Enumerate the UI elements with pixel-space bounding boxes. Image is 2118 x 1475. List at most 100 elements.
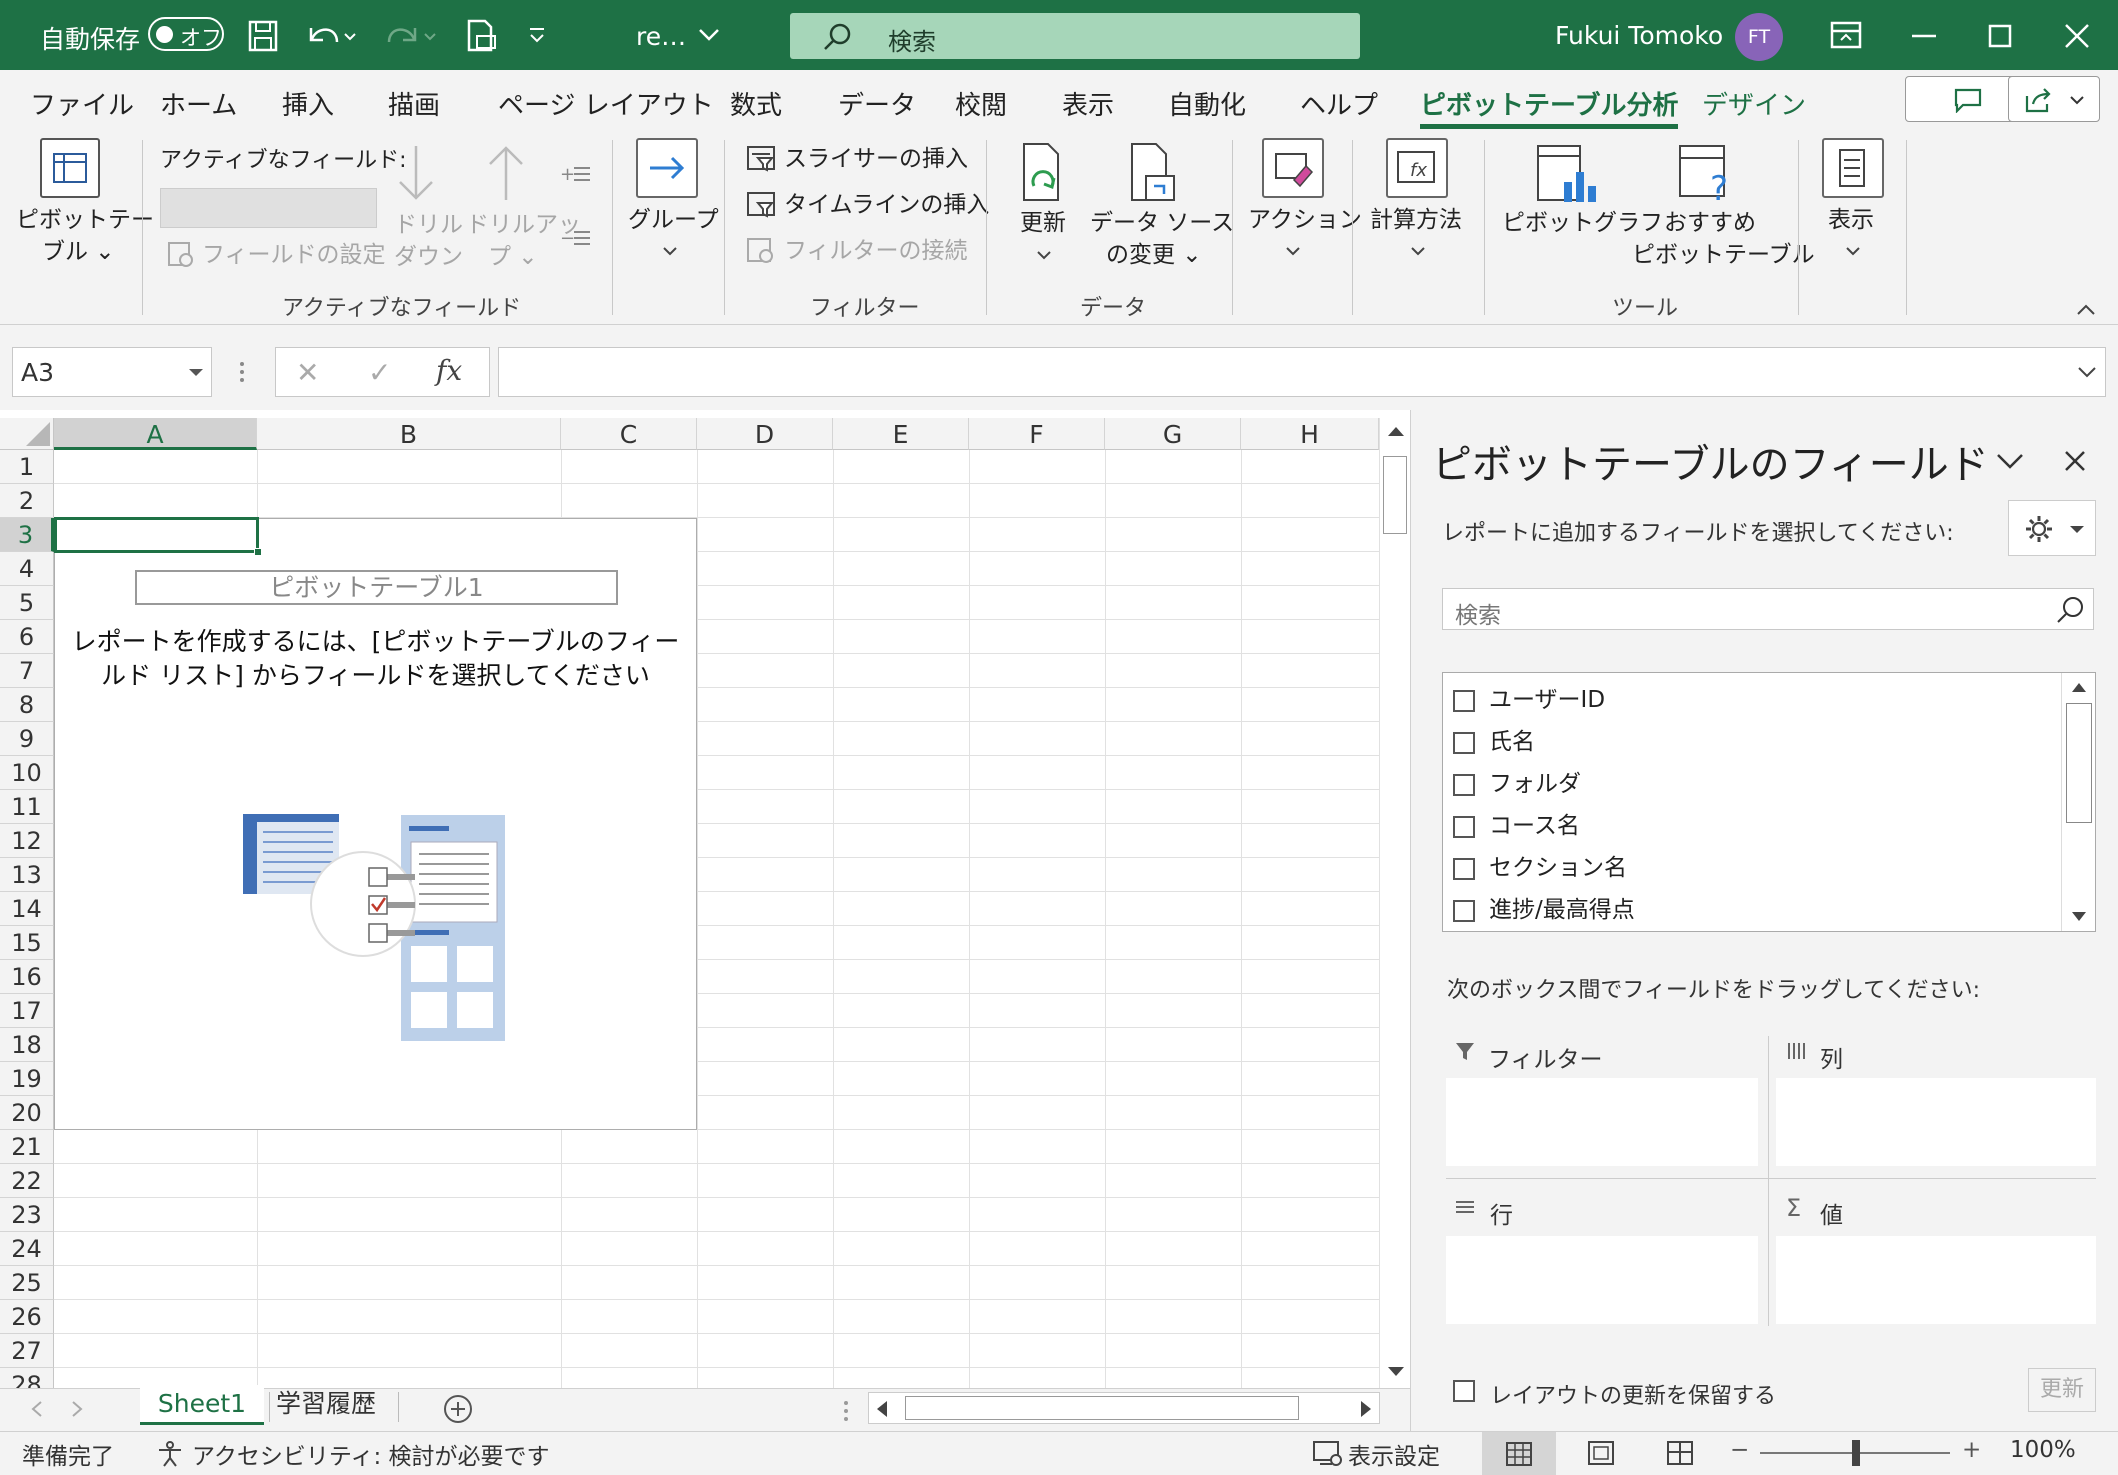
scroll-left-icon[interactable]: [873, 1399, 891, 1419]
collapse-field-icon[interactable]: −: [560, 226, 592, 250]
field-list-scrollbar[interactable]: [2061, 673, 2095, 931]
tab-draw[interactable]: 描画: [388, 85, 440, 122]
row-header[interactable]: 2: [0, 484, 54, 518]
field-checkbox[interactable]: [1453, 731, 1475, 754]
expand-field-icon[interactable]: +: [560, 162, 592, 186]
update-button[interactable]: 更新: [2028, 1368, 2096, 1412]
ribbon-display-icon[interactable]: [1830, 20, 1862, 50]
show-button-label[interactable]: 表示: [1828, 205, 1874, 236]
horizontal-scroll-thumb[interactable]: [905, 1396, 1299, 1420]
vertical-scrollbar[interactable]: [1379, 418, 1410, 1388]
insert-timeline-button[interactable]: タイムラインの挿入: [784, 190, 989, 221]
recommended-pivottables-icon[interactable]: ?: [1676, 142, 1742, 206]
zoom-level[interactable]: 100%: [2010, 1437, 2076, 1463]
row-header[interactable]: 5: [0, 586, 54, 620]
sheet-tab-study-history[interactable]: 学習履歴: [276, 1385, 376, 1425]
print-preview-icon[interactable]: [465, 18, 499, 54]
columns-drop-zone[interactable]: [1776, 1078, 2096, 1166]
field-item-name[interactable]: 氏名: [1453, 722, 1535, 755]
pivottable-button-label[interactable]: ピボットテー: [16, 205, 154, 236]
scroll-right-icon[interactable]: [1357, 1399, 1375, 1419]
column-header-h[interactable]: H: [1241, 418, 1379, 450]
filter-connections-button[interactable]: フィルターの接続: [784, 236, 968, 267]
sheet-tab-sheet1[interactable]: Sheet1: [140, 1385, 264, 1425]
cancel-icon[interactable]: ✕: [296, 356, 319, 389]
field-item-progress-score[interactable]: 進捗/最高得点: [1453, 890, 1635, 923]
minimize-icon[interactable]: [1912, 34, 1936, 38]
selected-cell[interactable]: [54, 517, 259, 553]
page-layout-view-icon[interactable]: [1587, 1440, 1615, 1466]
row-header[interactable]: 24: [0, 1232, 54, 1266]
undo-icon[interactable]: [305, 18, 357, 54]
pane-settings-button[interactable]: [2008, 500, 2096, 556]
field-checkbox[interactable]: [1453, 857, 1475, 880]
row-header[interactable]: 23: [0, 1198, 54, 1232]
tab-page-layout[interactable]: ページ レイアウト: [498, 85, 714, 122]
name-box[interactable]: A3: [12, 347, 212, 397]
row-header[interactable]: 14: [0, 892, 54, 926]
row-header[interactable]: 9: [0, 722, 54, 756]
insert-slicer-button[interactable]: スライサーの挿入: [784, 144, 968, 175]
column-header-a[interactable]: A: [54, 418, 257, 450]
avatar[interactable]: FT: [1735, 13, 1783, 61]
chevron-down-icon[interactable]: [188, 368, 204, 378]
save-icon[interactable]: [248, 20, 278, 52]
group-icon[interactable]: [636, 138, 698, 198]
select-all-button[interactable]: [0, 418, 54, 450]
formula-bar-grip-icon[interactable]: [238, 358, 246, 386]
rows-drop-zone[interactable]: [1446, 1236, 1758, 1324]
vertical-scroll-thumb[interactable]: [1383, 456, 1407, 534]
zoom-slider-thumb[interactable]: [1852, 1440, 1860, 1466]
formula-input[interactable]: [498, 347, 2106, 397]
tab-insert[interactable]: 挿入: [282, 85, 334, 122]
tab-design[interactable]: デザイン: [1702, 85, 1806, 122]
field-settings-button[interactable]: フィールドの設定: [202, 240, 386, 271]
field-item-user-id[interactable]: ユーザーID: [1453, 680, 1605, 713]
show-icon[interactable]: [1822, 138, 1884, 198]
field-checkbox[interactable]: [1453, 689, 1475, 712]
chevron-down-icon[interactable]: [662, 246, 678, 256]
change-data-source-label[interactable]: データ ソース: [1090, 208, 1234, 239]
drill-down-label-2[interactable]: ダウン: [394, 242, 463, 273]
column-header-b[interactable]: B: [257, 418, 561, 450]
chevron-down-icon[interactable]: [1285, 246, 1301, 256]
tab-pivottable-analyze[interactable]: ピボットテーブル分析: [1420, 85, 1679, 129]
refresh-button-label[interactable]: 更新: [1020, 208, 1066, 239]
collapse-ribbon-icon[interactable]: [2076, 302, 2096, 316]
refresh-icon[interactable]: [1020, 142, 1066, 204]
tab-file[interactable]: ファイル: [30, 85, 134, 122]
row-header[interactable]: 3: [0, 518, 54, 552]
horizontal-scrollbar[interactable]: [868, 1392, 1380, 1424]
search-box[interactable]: 検索: [790, 13, 1360, 59]
row-header[interactable]: 21: [0, 1130, 54, 1164]
search-icon[interactable]: [2055, 595, 2085, 625]
recommended-label-2[interactable]: ピボットテーブル: [1632, 240, 1815, 271]
calculations-button-label[interactable]: 計算方法: [1370, 205, 1462, 236]
values-drop-zone[interactable]: [1776, 1236, 2096, 1324]
field-checkbox[interactable]: [1453, 773, 1475, 796]
share-button[interactable]: [2008, 76, 2100, 122]
field-item-course-name[interactable]: コース名: [1453, 806, 1580, 839]
zoom-out-icon[interactable]: −: [1730, 1437, 1749, 1463]
pivotchart-button-label[interactable]: ピボットグラフ: [1502, 208, 1663, 239]
scroll-up-icon[interactable]: [1386, 422, 1406, 442]
field-checkbox[interactable]: [1453, 815, 1475, 838]
row-header[interactable]: 6: [0, 620, 54, 654]
column-header-d[interactable]: D: [697, 418, 833, 450]
maximize-icon[interactable]: [1988, 24, 2012, 48]
row-header[interactable]: 19: [0, 1062, 54, 1096]
row-header[interactable]: 26: [0, 1300, 54, 1334]
tab-review[interactable]: 校閲: [955, 85, 1007, 122]
change-data-source-icon[interactable]: [1128, 142, 1178, 204]
filter-drop-zone[interactable]: [1446, 1078, 1758, 1166]
tab-home[interactable]: ホーム: [160, 85, 237, 122]
scroll-down-icon[interactable]: [2070, 909, 2088, 925]
row-header[interactable]: 17: [0, 994, 54, 1028]
row-header[interactable]: 16: [0, 960, 54, 994]
tab-formulas[interactable]: 数式: [730, 85, 782, 122]
column-header-e[interactable]: E: [833, 418, 969, 450]
group-button-label[interactable]: グループ: [628, 205, 719, 236]
row-header[interactable]: 27: [0, 1334, 54, 1368]
tab-automate[interactable]: 自動化: [1168, 85, 1246, 122]
field-search-input[interactable]: 検索: [1442, 588, 2094, 630]
